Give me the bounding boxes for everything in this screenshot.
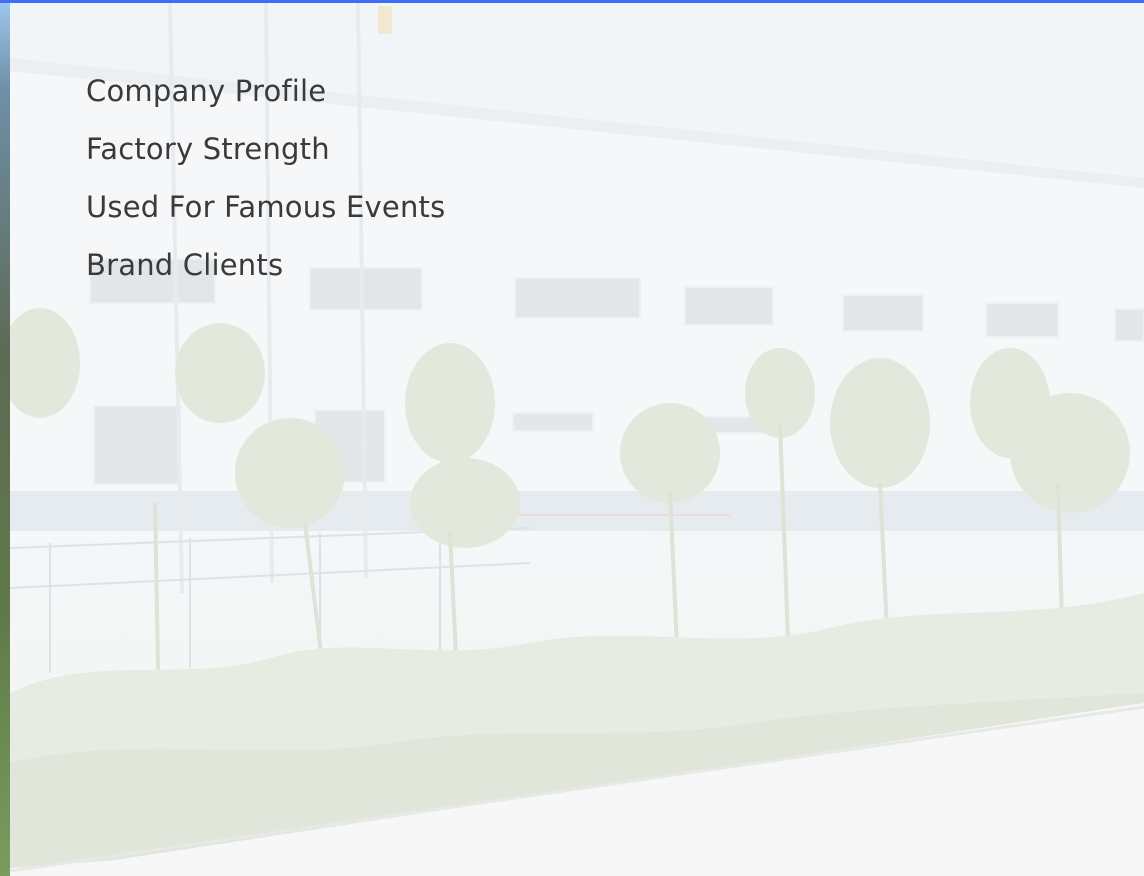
menu-item-factory-strength[interactable]: Factory Strength — [86, 120, 445, 178]
menu-item-brand-clients[interactable]: Brand Clients — [86, 236, 445, 294]
menu-item-company-profile[interactable]: Company Profile — [86, 62, 445, 120]
left-edge-photo-strip — [0, 3, 10, 876]
section-nav-menu: Company Profile Factory Strength Used Fo… — [86, 62, 445, 294]
top-accent-bar — [0, 0, 1144, 3]
page: Company Profile Factory Strength Used Fo… — [0, 0, 1144, 876]
menu-item-used-for-famous-events[interactable]: Used For Famous Events — [86, 178, 445, 236]
